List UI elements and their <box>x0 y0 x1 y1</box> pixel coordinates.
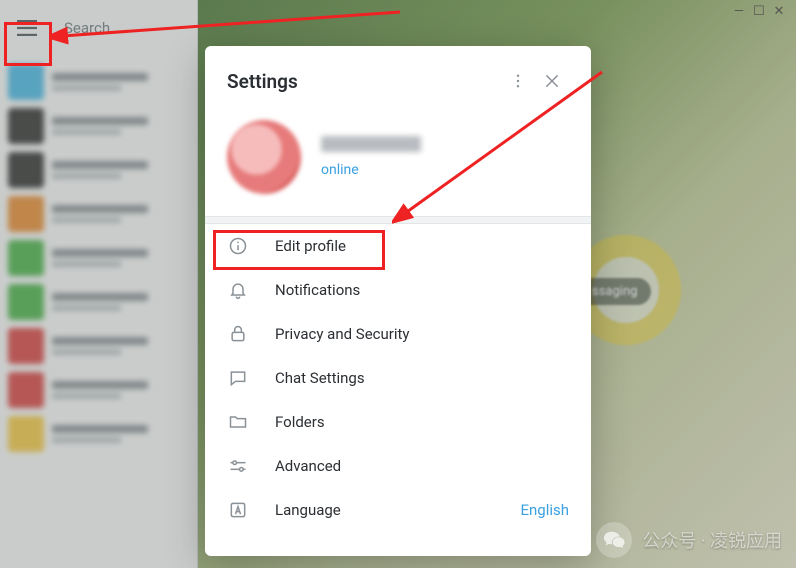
settings-item-privacy-and-security[interactable]: Privacy and Security <box>205 312 591 356</box>
bell-icon <box>227 279 249 301</box>
window-maximize-button[interactable]: ☐ <box>750 4 768 18</box>
divider <box>205 216 591 224</box>
lock-icon <box>227 323 249 345</box>
settings-title: Settings <box>227 70 501 93</box>
watermark: 公众号 · 凌锐应用 <box>596 522 782 558</box>
settings-item-language[interactable]: Language English <box>205 488 591 532</box>
profile-text: online <box>321 136 421 178</box>
settings-header: Settings <box>205 46 591 108</box>
settings-item-folders[interactable]: Folders <box>205 400 591 444</box>
watermark-text: 公众号 · 凌锐应用 <box>642 527 782 553</box>
profile-status: online <box>321 162 421 178</box>
window-close-button[interactable]: ✕ <box>770 4 788 18</box>
more-vertical-icon <box>509 72 527 90</box>
wechat-icon <box>596 522 632 558</box>
settings-more-button[interactable] <box>501 64 535 98</box>
menu-label: Privacy and Security <box>275 325 569 343</box>
settings-item-advanced[interactable]: Advanced <box>205 444 591 488</box>
settings-modal: Settings online Edit profile Notification… <box>205 46 591 556</box>
advanced-icon <box>227 455 249 477</box>
info-icon <box>227 235 249 257</box>
settings-item-chat-settings[interactable]: Chat Settings <box>205 356 591 400</box>
settings-item-edit-profile[interactable]: Edit profile <box>205 224 591 268</box>
profile-name <box>321 136 421 152</box>
menu-value: English <box>520 501 569 519</box>
language-icon <box>227 499 249 521</box>
window-controls: — ☐ ✕ <box>722 0 796 22</box>
settings-item-notifications[interactable]: Notifications <box>205 268 591 312</box>
menu-label: Edit profile <box>275 237 569 255</box>
settings-menu: Edit profile Notifications Privacy and Sec… <box>205 224 591 532</box>
menu-label: Chat Settings <box>275 369 569 387</box>
window-minimize-button[interactable]: — <box>730 4 748 18</box>
folder-icon <box>227 411 249 433</box>
menu-label: Advanced <box>275 457 569 475</box>
avatar[interactable] <box>227 120 301 194</box>
chat-icon <box>227 367 249 389</box>
profile-block: online <box>205 108 591 216</box>
close-icon <box>543 72 561 90</box>
settings-close-button[interactable] <box>535 64 569 98</box>
menu-label: Folders <box>275 413 569 431</box>
menu-label: Notifications <box>275 281 569 299</box>
menu-label: Language <box>275 501 494 519</box>
